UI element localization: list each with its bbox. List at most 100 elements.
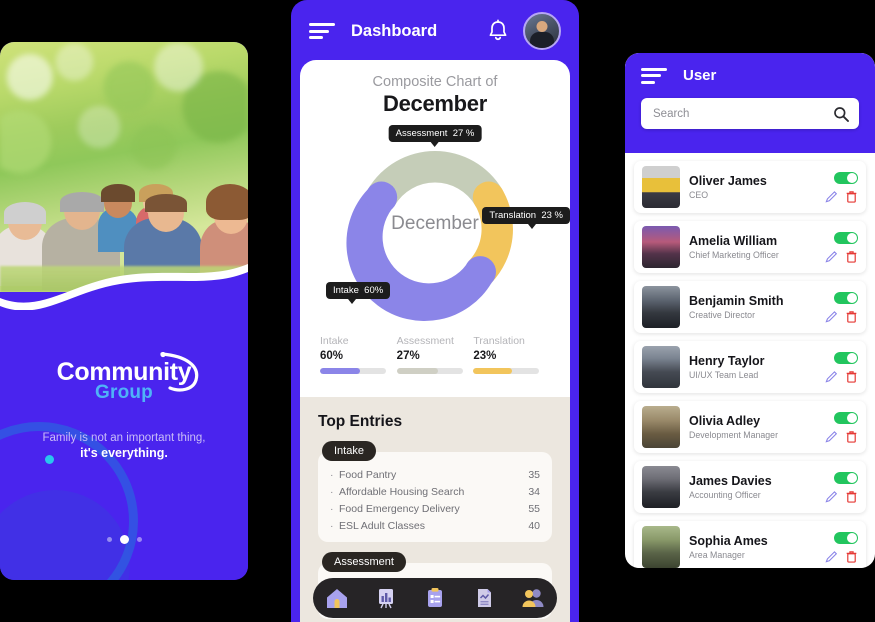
table-row[interactable]: Olivia Adley Development Manager	[634, 401, 866, 453]
avatar	[642, 466, 680, 508]
legend-item-intake: Intake 60%	[320, 335, 397, 374]
row-controls	[816, 471, 858, 503]
trash-delete-icon[interactable]	[845, 250, 858, 263]
pencil-edit-icon[interactable]	[825, 550, 838, 563]
page-title: User	[683, 67, 717, 84]
user-list-panel: User Oliver James CEO	[625, 53, 875, 568]
pencil-edit-icon[interactable]	[825, 190, 838, 203]
pencil-edit-icon[interactable]	[825, 310, 838, 323]
status-toggle[interactable]	[834, 171, 858, 184]
avatar	[642, 286, 680, 328]
legend-intake-bar	[320, 368, 386, 374]
search-icon[interactable]	[833, 106, 849, 122]
legend-item-assessment: Assessment 27%	[396, 335, 474, 374]
legend-assessment-bar	[396, 368, 463, 374]
trash-delete-icon[interactable]	[845, 550, 858, 563]
search-bar[interactable]	[641, 98, 859, 129]
tooltip-assessment-value: 27 %	[452, 128, 475, 139]
table-row[interactable]: Oliver James CEO	[634, 161, 866, 213]
user-name: Benjamin Smith	[689, 293, 784, 308]
list-item[interactable]: · ESL Adult Classes 40	[330, 517, 540, 534]
legend-intake-value: 60%	[320, 350, 344, 362]
tagline-line1: Family is not an important thing,	[42, 432, 206, 444]
row-actions	[825, 190, 858, 203]
pager-dot-2-active[interactable]	[119, 535, 129, 544]
hamburger-menu-icon[interactable]	[309, 23, 335, 39]
user-role: Chief Marketing Officer	[689, 250, 779, 261]
status-toggle[interactable]	[834, 471, 858, 484]
list-item[interactable]: · Food Emergency Delivery 55	[330, 500, 540, 517]
trash-delete-icon[interactable]	[845, 490, 858, 503]
user-info: Olivia Adley Development Manager	[689, 414, 816, 440]
legend-translation-name: Translation	[473, 335, 525, 347]
user-info: Benjamin Smith Creative Director	[689, 294, 816, 320]
hamburger-menu-icon[interactable]	[641, 67, 667, 84]
screen-root: Community Group Family is not an importa…	[0, 0, 875, 622]
pencil-edit-icon[interactable]	[825, 370, 838, 383]
user-panel-topbar: User	[641, 67, 859, 84]
status-toggle[interactable]	[834, 231, 858, 244]
tooltip-translation-value: 23 %	[541, 210, 563, 221]
status-toggle[interactable]	[834, 351, 858, 364]
clipboard-list-icon[interactable]	[422, 585, 448, 611]
brand-logo: Community Group	[0, 358, 248, 404]
pencil-edit-icon[interactable]	[825, 250, 838, 263]
group-chip-intake: Intake	[322, 441, 376, 461]
trash-delete-icon[interactable]	[845, 430, 858, 443]
composite-donut-chart: December Assessment 27 % Translation 23 …	[300, 121, 570, 331]
pager-dot-3[interactable]	[136, 537, 142, 542]
trash-delete-icon[interactable]	[845, 310, 858, 323]
status-toggle[interactable]	[834, 411, 858, 424]
dashboard-header: Dashboard	[291, 0, 579, 62]
pager-dot-1[interactable]	[106, 537, 112, 542]
status-toggle[interactable]	[834, 291, 858, 304]
row-actions	[825, 430, 858, 443]
tagline: Family is not an important thing, it's e…	[0, 432, 248, 460]
search-input[interactable]	[651, 106, 833, 121]
pencil-edit-icon[interactable]	[825, 490, 838, 503]
user-name: Olivia Adley	[689, 413, 761, 428]
user-name: Amelia William	[689, 233, 778, 248]
report-document-icon[interactable]	[471, 585, 497, 611]
user-role: CEO	[689, 190, 709, 201]
status-toggle[interactable]	[834, 531, 858, 544]
trash-delete-icon[interactable]	[845, 370, 858, 383]
table-row[interactable]: Benjamin Smith Creative Director	[634, 281, 866, 333]
legend-assessment-name: Assessment	[396, 335, 454, 347]
user-role: Accounting Officer	[689, 490, 761, 501]
people-group-icon[interactable]	[520, 585, 546, 611]
brand-logo-line2: Group	[95, 382, 153, 403]
row-controls	[816, 231, 858, 263]
tooltip-assessment-label: Assessment	[395, 128, 448, 139]
notification-bell-icon[interactable]	[487, 19, 509, 43]
trash-delete-icon[interactable]	[845, 190, 858, 203]
row-actions	[825, 490, 858, 503]
table-row[interactable]: James Davies Accounting Officer	[634, 461, 866, 513]
user-name: Henry Taylor	[689, 353, 765, 368]
avatar	[642, 226, 680, 268]
user-info: Amelia William Chief Marketing Officer	[689, 234, 816, 260]
user-list: Oliver James CEO Amelia William Chief Ma…	[625, 153, 875, 568]
list-item[interactable]: · Affordable Housing Search 34	[330, 483, 540, 500]
user-role: UI/UX Team Lead	[689, 370, 759, 381]
user-role: Creative Director	[689, 310, 755, 321]
avatar[interactable]	[523, 12, 561, 50]
tooltip-intake: Intake 60%	[326, 282, 391, 304]
row-controls	[816, 171, 858, 203]
table-row[interactable]: Henry Taylor UI/UX Team Lead	[634, 341, 866, 393]
bullet-icon: ·	[330, 502, 334, 515]
avatar	[642, 166, 680, 208]
entry-value: 40	[528, 519, 540, 532]
bullet-icon: ·	[330, 485, 334, 498]
bullet-icon: ·	[330, 519, 334, 532]
list-item[interactable]: · Food Pantry 35	[330, 466, 540, 483]
home-icon[interactable]	[324, 585, 350, 611]
bar-chart-icon[interactable]	[373, 585, 399, 611]
entry-name: ESL Adult Classes	[339, 519, 425, 532]
carousel-pager[interactable]	[0, 535, 248, 544]
table-row[interactable]: Sophia Ames Area Manager	[634, 521, 866, 568]
pencil-edit-icon[interactable]	[825, 430, 838, 443]
row-actions	[825, 310, 858, 323]
legend-translation-bar	[473, 368, 540, 374]
table-row[interactable]: Amelia William Chief Marketing Officer	[634, 221, 866, 273]
